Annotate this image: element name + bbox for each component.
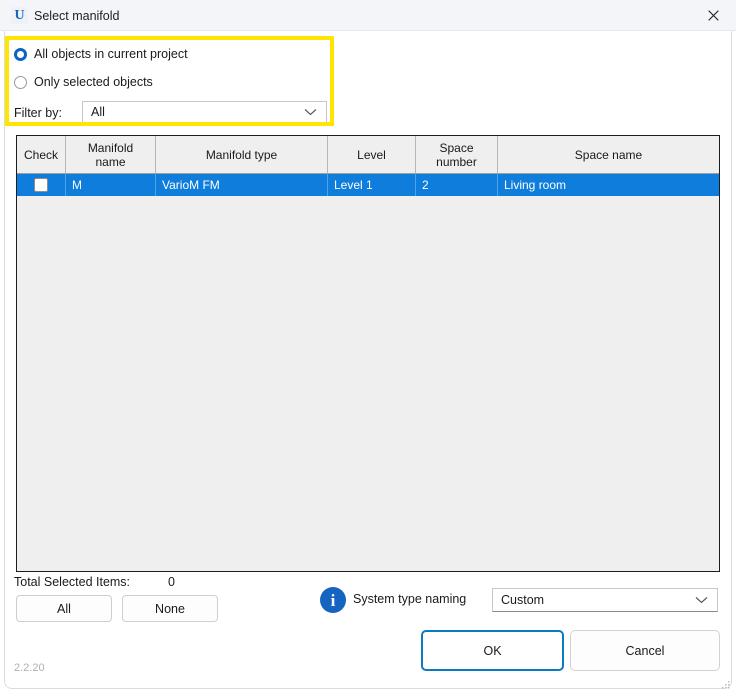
resize-grip[interactable]	[721, 679, 731, 689]
version-label: 2.2.20	[14, 662, 45, 674]
radio-only-selected-label: Only selected objects	[34, 75, 153, 89]
table-row[interactable]: M VarioM FM Level 1 2 Living room	[17, 174, 719, 196]
row-check-cell[interactable]	[17, 174, 66, 196]
radio-all-objects-label: All objects in current project	[34, 47, 188, 61]
column-header-space-number-line2: number	[436, 154, 477, 169]
system-type-naming-select[interactable]: Custom	[492, 588, 718, 612]
column-header-manifold-name[interactable]: Manifold name	[66, 136, 156, 173]
system-type-naming-label: System type naming	[353, 592, 467, 606]
radio-all-objects[interactable]: All objects in current project	[14, 46, 188, 62]
chevron-down-icon	[695, 593, 708, 607]
cancel-button[interactable]: Cancel	[570, 630, 720, 671]
radio-unselected-icon	[14, 75, 27, 89]
info-icon: i	[320, 587, 346, 613]
filter-by-value: All	[91, 105, 105, 119]
window-title: Select manifold	[34, 9, 120, 23]
row-level: Level 1	[328, 174, 416, 196]
select-none-button[interactable]: None	[122, 595, 218, 622]
column-header-manifold-name-line1: Manifold	[87, 140, 134, 155]
select-all-button[interactable]: All	[16, 595, 112, 622]
title-bar: U Select manifold	[0, 0, 736, 31]
total-selected-label: Total Selected Items:	[14, 575, 131, 589]
column-header-space-name[interactable]: Space name	[498, 136, 719, 173]
row-manifold-type: VarioM FM	[156, 174, 328, 196]
radio-only-selected[interactable]: Only selected objects	[14, 74, 153, 90]
close-icon	[707, 10, 719, 21]
row-checkbox[interactable]	[34, 178, 48, 192]
radio-selected-icon	[14, 47, 27, 61]
total-selected-value: 0	[168, 575, 175, 589]
chevron-down-icon	[304, 105, 317, 119]
row-space-number: 2	[416, 174, 498, 196]
column-header-manifold-type[interactable]: Manifold type	[156, 136, 328, 173]
column-header-level[interactable]: Level	[328, 136, 416, 173]
manifold-table: Check Manifold name Manifold type Level …	[16, 135, 720, 572]
system-type-naming-value: Custom	[501, 593, 545, 607]
filter-by-label: Filter by:	[14, 106, 62, 120]
column-header-check[interactable]: Check	[17, 136, 66, 173]
row-manifold-name: M	[66, 174, 156, 196]
table-header-row: Check Manifold name Manifold type Level …	[17, 136, 719, 174]
ok-button[interactable]: OK	[421, 630, 564, 671]
table-empty-area	[17, 196, 719, 569]
column-header-space-number[interactable]: Space number	[416, 136, 498, 173]
filter-by-select[interactable]: All	[82, 101, 327, 123]
row-space-name: Living room	[504, 178, 567, 192]
close-button[interactable]	[690, 0, 736, 31]
column-header-manifold-name-line2: name	[95, 154, 126, 169]
column-header-space-number-line1: Space	[439, 140, 474, 155]
uponor-logo-icon: U	[11, 7, 28, 24]
